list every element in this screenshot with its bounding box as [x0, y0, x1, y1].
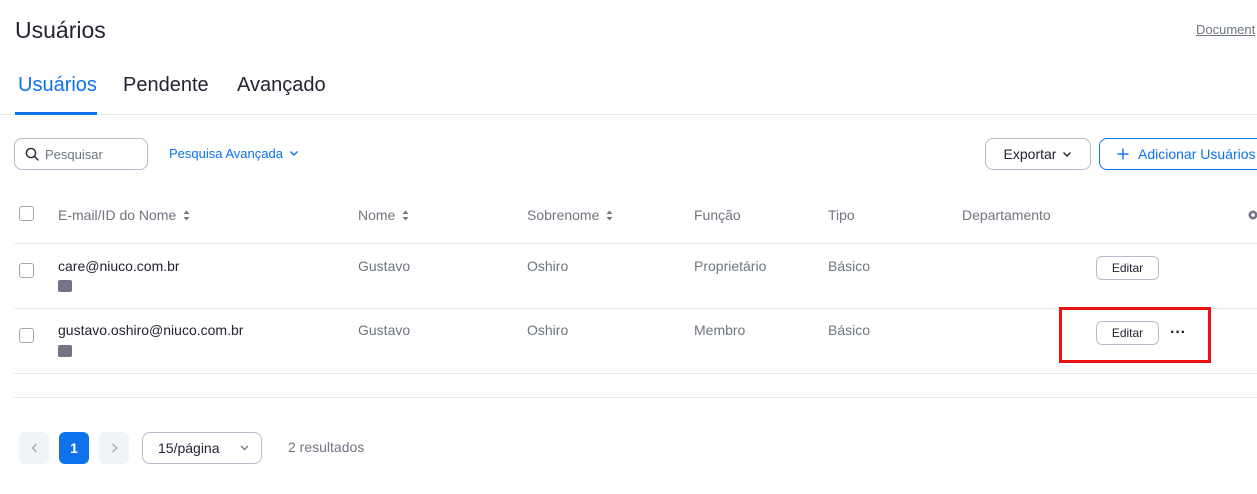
sort-icon — [606, 210, 613, 220]
chevron-down-icon — [1063, 151, 1072, 157]
plus-icon — [1117, 148, 1129, 160]
page-size-select[interactable]: 15/página — [142, 432, 262, 464]
column-header-label: Tipo — [828, 207, 855, 223]
search-input[interactable] — [45, 146, 141, 162]
sort-icon — [183, 210, 190, 220]
more-options-icon[interactable]: ··· — [1170, 324, 1186, 342]
column-header-label: Função — [694, 207, 741, 223]
page-number-button[interactable]: 1 — [59, 432, 89, 464]
advanced-search-label: Pesquisa Avançada — [169, 146, 283, 161]
edit-button[interactable]: Editar — [1096, 256, 1159, 280]
table-footer-divider — [14, 397, 1257, 398]
documentation-link[interactable]: Document — [1196, 22, 1255, 37]
page-title: Usuários — [15, 17, 106, 43]
user-first-name: Gustavo — [358, 258, 411, 274]
chevron-left-icon — [31, 443, 37, 453]
mail-icon — [58, 345, 72, 357]
edit-button[interactable]: Editar — [1096, 321, 1159, 345]
search-box[interactable] — [14, 138, 148, 170]
user-last-name: Oshiro — [527, 258, 569, 274]
chevron-right-icon — [111, 443, 117, 453]
column-header-label: E-mail/ID do Nome — [58, 207, 177, 223]
row-divider — [14, 308, 1257, 309]
column-header-role: Função — [694, 207, 741, 223]
row-divider — [14, 243, 1257, 244]
tab-advanced[interactable]: Avançado — [237, 74, 326, 97]
row-checkbox[interactable] — [19, 263, 34, 278]
next-page-button[interactable] — [99, 432, 129, 464]
add-users-label: Adicionar Usuários — [1138, 146, 1256, 162]
column-header-label: Departamento — [962, 207, 1051, 223]
column-header-department: Departamento — [962, 207, 1051, 223]
column-header-email[interactable]: E-mail/ID do Nome — [58, 207, 190, 223]
add-users-button[interactable]: Adicionar Usuários — [1099, 138, 1257, 170]
tab-bar: Usuários Pendente Avançado — [0, 70, 1257, 115]
gear-icon[interactable] — [1246, 208, 1257, 222]
chevron-down-icon — [240, 445, 249, 451]
mail-icon — [58, 280, 72, 292]
column-header-label: Sobrenome — [527, 207, 600, 223]
user-role: Proprietário — [694, 258, 767, 274]
user-email[interactable]: gustavo.oshiro@niuco.com.br — [58, 322, 243, 338]
column-header-label: Nome — [358, 207, 396, 223]
export-label: Exportar — [1003, 146, 1057, 162]
row-divider — [14, 373, 1257, 374]
chevron-down-icon — [289, 151, 298, 156]
row-checkbox[interactable] — [19, 328, 34, 343]
column-header-first-name[interactable]: Nome — [358, 207, 409, 223]
tab-users[interactable]: Usuários — [18, 74, 97, 97]
page-size-value: 15/página — [158, 440, 220, 456]
user-role: Membro — [694, 322, 746, 338]
advanced-search-dropdown[interactable]: Pesquisa Avançada — [169, 146, 299, 161]
user-email[interactable]: care@niuco.com.br — [58, 258, 180, 274]
column-header-type: Tipo — [828, 207, 855, 223]
sort-icon — [402, 210, 409, 220]
user-type: Básico — [828, 258, 871, 274]
results-count: 2 resultados — [288, 439, 365, 455]
user-first-name: Gustavo — [358, 322, 411, 338]
previous-page-button[interactable] — [19, 432, 49, 464]
select-all-checkbox[interactable] — [19, 206, 34, 221]
export-button[interactable]: Exportar — [985, 138, 1091, 170]
tab-pending[interactable]: Pendente — [123, 74, 209, 97]
user-last-name: Oshiro — [527, 322, 569, 338]
active-tab-indicator — [15, 112, 97, 115]
user-type: Básico — [828, 322, 871, 338]
column-header-last-name[interactable]: Sobrenome — [527, 207, 613, 223]
search-icon — [25, 147, 39, 161]
